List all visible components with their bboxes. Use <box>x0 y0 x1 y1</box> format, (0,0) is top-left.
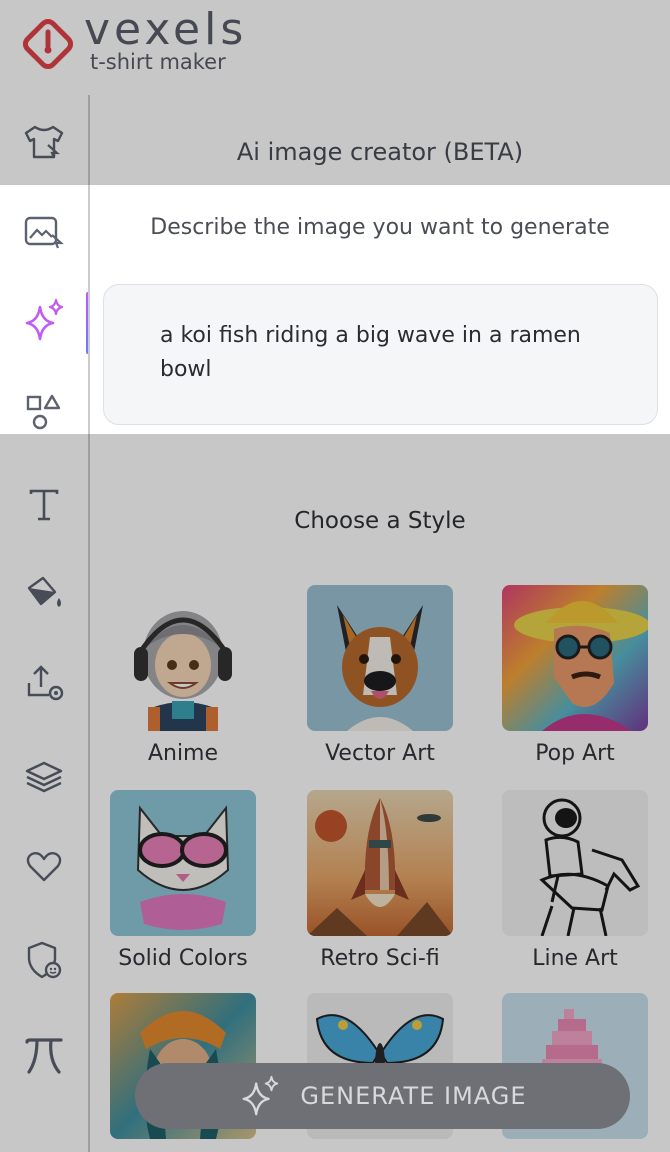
shapes-icon <box>26 394 61 430</box>
image-upload-icon <box>24 216 64 249</box>
generate-image-button[interactable]: GENERATE IMAGE <box>135 1063 630 1129</box>
sidebar-item-images[interactable] <box>0 197 88 267</box>
dim-overlay-top[interactable] <box>0 0 670 185</box>
prompt-input[interactable]: a koi fish riding a big wave in a ramen … <box>103 284 658 425</box>
sparkle-icon <box>25 298 64 341</box>
dim-overlay-bottom[interactable] <box>0 434 670 1152</box>
generate-image-label: GENERATE IMAGE <box>300 1082 527 1110</box>
sidebar-item-ai[interactable] <box>0 285 88 355</box>
prompt-label: Describe the image you want to generate <box>150 215 610 240</box>
sparkle-icon <box>243 1075 279 1116</box>
